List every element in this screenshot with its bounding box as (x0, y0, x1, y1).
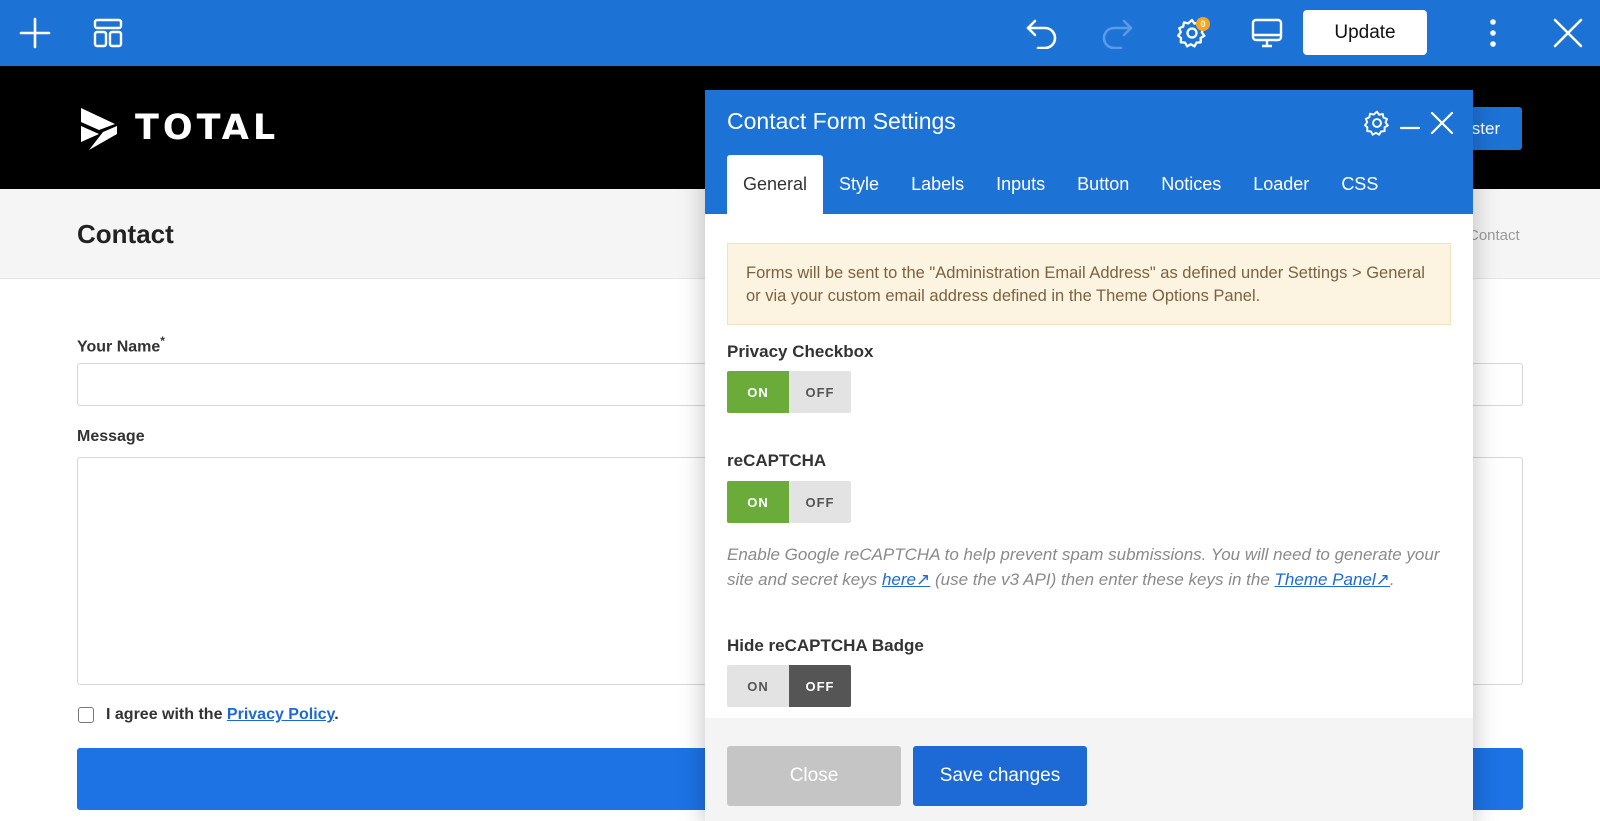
update-button[interactable]: Update (1303, 10, 1427, 55)
minimize-icon[interactable] (1393, 106, 1427, 140)
toggle-off[interactable]: OFF (789, 481, 851, 523)
modal-footer: Close Save changes (705, 718, 1473, 821)
privacy-checkbox-toggle[interactable]: ON OFF (727, 371, 851, 413)
tab-inputs[interactable]: Inputs (980, 155, 1061, 214)
close-button[interactable]: Close (727, 746, 901, 806)
modal-header: Contact Form Settings General Style Labe… (705, 90, 1473, 214)
recaptcha-toggle[interactable]: ON OFF (727, 481, 851, 523)
tab-labels[interactable]: Labels (895, 155, 980, 214)
settings-icon[interactable]: 0 (1172, 13, 1212, 53)
toggle-on[interactable]: ON (727, 371, 789, 413)
breadcrumb-current: Contact (1468, 227, 1520, 244)
agree-suffix: . (334, 706, 339, 723)
toggle-off[interactable]: OFF (789, 665, 851, 707)
logo-text: TOTAL (135, 108, 280, 148)
modal-close-icon[interactable] (1425, 106, 1459, 140)
site-logo[interactable]: TOTAL (77, 104, 279, 152)
help-text-3: . (1389, 569, 1395, 589)
agree-prefix: I agree with the (106, 706, 223, 723)
recaptcha-help-text: Enable Google reCAPTCHA to help prevent … (727, 543, 1451, 592)
toggle-off[interactable]: OFF (789, 371, 851, 413)
more-vertical-icon[interactable] (1473, 13, 1513, 53)
tab-loader[interactable]: Loader (1237, 155, 1325, 214)
toggle-on[interactable]: ON (727, 481, 789, 523)
modal-body: Forms will be sent to the "Administratio… (727, 214, 1451, 707)
required-marker: * (160, 334, 165, 348)
hide-badge-label: Hide reCAPTCHA Badge (727, 636, 924, 655)
privacy-checkbox-label: Privacy Checkbox (727, 342, 874, 361)
modal-title: Contact Form Settings (727, 108, 956, 134)
recaptcha-keys-link[interactable]: here↗ (882, 570, 930, 589)
tab-notices[interactable]: Notices (1145, 155, 1237, 214)
close-icon[interactable] (1548, 13, 1588, 53)
desktop-preview-icon[interactable] (1247, 13, 1287, 53)
undo-icon[interactable] (1022, 13, 1062, 53)
email-notice: Forms will be sent to the "Administratio… (727, 243, 1451, 325)
privacy-agreement-text: I agree with the Privacy Policy. (106, 706, 339, 724)
modal-tabs: General Style Labels Inputs Button Notic… (727, 155, 1394, 214)
builder-toolbar: 0 Update (0, 0, 1600, 66)
add-icon[interactable] (15, 13, 55, 53)
tab-css[interactable]: CSS (1325, 155, 1394, 214)
contact-form-settings-modal: Contact Form Settings General Style Labe… (705, 90, 1473, 821)
message-label: Message (77, 428, 145, 445)
recaptcha-label: reCAPTCHA (727, 451, 827, 470)
tab-button[interactable]: Button (1061, 155, 1145, 214)
name-label-text: Your Name (77, 338, 161, 356)
tab-style[interactable]: Style (823, 155, 895, 214)
privacy-checkbox[interactable] (78, 707, 94, 723)
help-text-2: (use the v3 API) then enter these keys i… (930, 569, 1275, 589)
gear-icon[interactable] (1360, 106, 1394, 140)
save-changes-button[interactable]: Save changes (913, 746, 1087, 806)
privacy-agreement: I agree with the Privacy Policy. (78, 706, 339, 724)
layout-icon[interactable] (88, 13, 128, 53)
tab-general[interactable]: General (727, 155, 824, 214)
logo-mark-icon (81, 108, 117, 150)
theme-panel-link[interactable]: Theme Panel↗ (1275, 570, 1390, 589)
redo-icon[interactable] (1097, 13, 1137, 53)
settings-badge: 0 (1196, 17, 1210, 31)
toggle-on[interactable]: ON (727, 665, 789, 707)
hide-badge-toggle[interactable]: ON OFF (727, 665, 851, 707)
name-label: Your Name* (77, 334, 165, 356)
page-title: Contact (77, 219, 174, 249)
privacy-policy-link[interactable]: Privacy Policy (227, 706, 334, 723)
